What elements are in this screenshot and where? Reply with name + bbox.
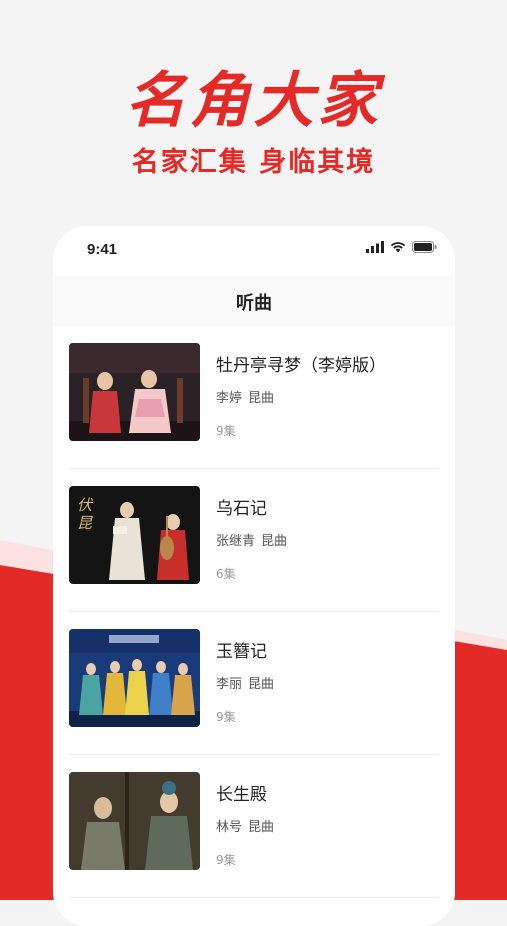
item-artist: 李婷 xyxy=(216,391,243,406)
phone-frame: 9:41 听曲 牡丹亭寻梦（李婷版） 李婷 昆曲 9集 伏 昆 乌石记 张继青 … xyxy=(53,226,455,926)
item-title: 玉簪记 xyxy=(216,642,267,662)
status-bar: 9:41 xyxy=(53,226,455,276)
item-title: 长生殿 xyxy=(216,785,267,805)
item-genre: 昆曲 xyxy=(261,534,288,549)
thumbnail-image xyxy=(69,629,200,727)
item-meta: 林号 昆曲 xyxy=(216,816,274,835)
item-episodes: 6集 xyxy=(216,567,236,581)
item-meta: 李婷 昆曲 xyxy=(216,387,274,406)
svg-text:伏: 伏 xyxy=(77,496,94,514)
item-artist: 张继青 xyxy=(216,534,256,549)
thumbnail-image: 伏 昆 xyxy=(69,486,200,584)
item-episodes: 9集 xyxy=(216,710,236,724)
hero-subtitle: 名家汇集 身临其境 xyxy=(131,147,376,178)
list-item[interactable]: 牡丹亭寻梦（李婷版） 李婷 昆曲 9集 xyxy=(69,326,439,469)
thumbnail-image xyxy=(69,343,200,441)
item-meta: 张继青 昆曲 xyxy=(216,530,287,549)
status-time: 9:41 xyxy=(87,241,118,258)
signal-icon xyxy=(366,241,384,253)
item-title: 牡丹亭寻梦（李婷版） xyxy=(216,356,386,376)
item-artist: 李丽 xyxy=(216,677,243,692)
item-episodes: 9集 xyxy=(216,424,236,438)
list-item[interactable]: 玉簪记 李丽 昆曲 9集 xyxy=(69,612,439,755)
hero-title: 名角大家 xyxy=(125,66,382,136)
wifi-icon xyxy=(390,242,406,253)
list-item[interactable]: 长生殿 林号 昆曲 9集 xyxy=(69,755,439,898)
item-genre: 昆曲 xyxy=(248,677,275,692)
item-artist: 林号 xyxy=(216,820,243,835)
item-episodes: 9集 xyxy=(216,853,236,867)
item-genre: 昆曲 xyxy=(248,820,275,835)
battery-icon xyxy=(412,241,437,253)
opera-list: 牡丹亭寻梦（李婷版） 李婷 昆曲 9集 伏 昆 乌石记 张继青 昆曲 6集 玉簪… xyxy=(53,326,455,926)
svg-text:昆: 昆 xyxy=(77,514,93,532)
item-meta: 李丽 昆曲 xyxy=(216,673,274,692)
thumbnail-image xyxy=(69,772,200,870)
item-title: 乌石记 xyxy=(216,499,267,519)
item-genre: 昆曲 xyxy=(248,391,275,406)
list-item[interactable]: 伏 昆 乌石记 张继青 昆曲 6集 xyxy=(69,469,439,612)
status-icons xyxy=(366,241,437,253)
page-title: 听曲 xyxy=(236,293,272,314)
